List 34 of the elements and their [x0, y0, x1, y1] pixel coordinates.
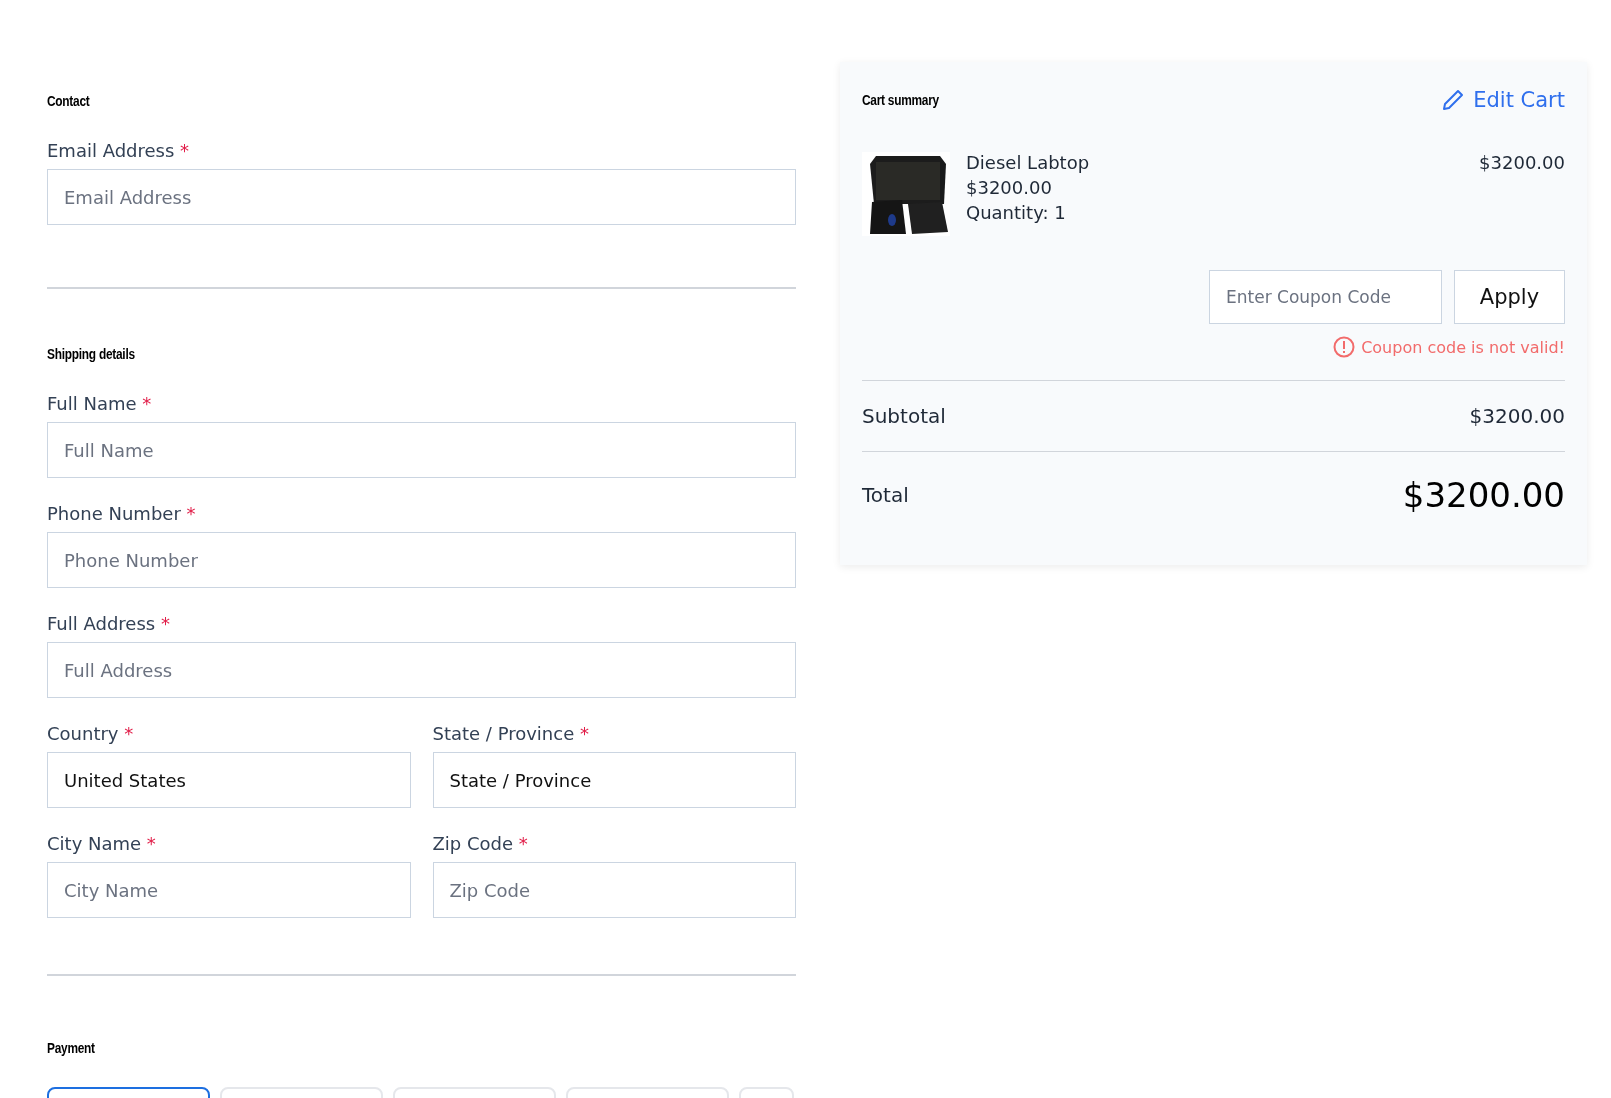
field-label: State / Province *	[432, 723, 590, 744]
field-label: Phone Number *	[47, 503, 197, 524]
line-total: $3200.00	[1479, 152, 1565, 175]
section-heading: Contact	[47, 93, 90, 109]
input-field[interactable]: United States	[47, 752, 411, 808]
field-label: Full Address *	[47, 613, 171, 634]
product-price: $3200.00	[966, 177, 1053, 198]
input-field[interactable]: Zip Code	[432, 862, 796, 918]
edit-cart-link[interactable]: Edit Cart	[1441, 88, 1565, 112]
product-name: Diesel Labtop	[966, 152, 1091, 173]
total-label: Total	[862, 483, 909, 507]
field-label: City Name *	[47, 833, 157, 854]
error-icon	[1333, 336, 1356, 358]
coupon-field[interactable]: Enter Coupon Code	[1209, 270, 1442, 324]
input-field[interactable]: Full Name	[47, 422, 796, 478]
field-label: Email Address *	[47, 140, 191, 161]
cart-heading: Cart summary	[862, 92, 939, 108]
input-field[interactable]: Phone Number	[47, 532, 796, 588]
input-field[interactable]: Email Address	[47, 169, 796, 225]
input-field[interactable]: City Name	[47, 862, 411, 918]
error-message: Coupon code is not valid!	[1361, 337, 1565, 357]
section-heading: Shipping details	[47, 346, 135, 362]
total-value: $3200.00	[1402, 475, 1565, 515]
subtotal-label: Subtotal	[862, 404, 946, 428]
subtotal-value: $3200.00	[1469, 404, 1565, 428]
apply-button[interactable]: Apply	[1454, 270, 1565, 324]
field-label: Country *	[47, 723, 135, 744]
field-label: Full Name *	[47, 393, 153, 414]
field-label: Zip Code *	[432, 833, 529, 854]
section-heading: Payment	[47, 1040, 95, 1056]
pencil-icon	[1441, 88, 1466, 112]
product-quantity: Quantity: 1	[966, 202, 1067, 223]
input-field[interactable]: Full Address	[47, 642, 796, 698]
input-field[interactable]: State / Province	[432, 752, 796, 808]
